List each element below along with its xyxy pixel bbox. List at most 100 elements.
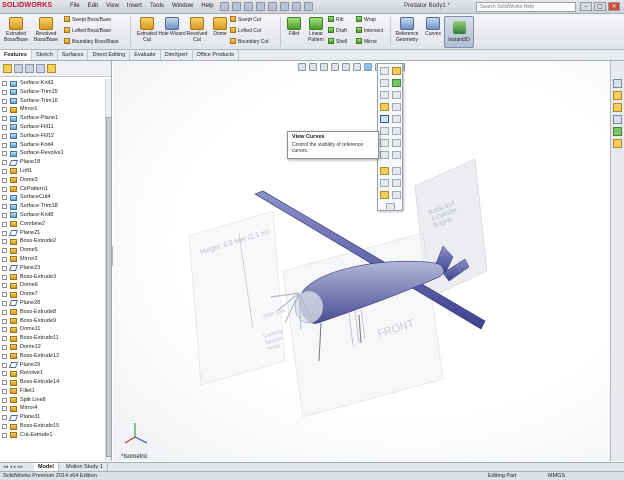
expand-toggle-icon[interactable] xyxy=(2,397,7,403)
dimxpert-manager-tab-icon[interactable] xyxy=(36,64,45,73)
expand-toggle-icon[interactable] xyxy=(2,168,7,174)
expand-toggle-icon[interactable] xyxy=(2,432,7,438)
boundary-boss-button[interactable]: Boundary Boss/Base xyxy=(64,38,119,46)
revolved-boss-button[interactable]: Revolved Boss/Base xyxy=(32,17,60,43)
menu-help[interactable]: Help xyxy=(201,3,213,9)
swept-cut-button[interactable]: Swept Cut xyxy=(230,16,261,24)
expand-toggle-icon[interactable] xyxy=(2,327,7,333)
rib-button[interactable]: Rib xyxy=(328,16,344,24)
previous-view-icon[interactable] xyxy=(320,63,328,71)
view-lights-icon[interactable] xyxy=(380,151,389,159)
expand-toggle-icon[interactable] xyxy=(2,186,7,192)
feature-tree-item[interactable]: Surface-Knit3 xyxy=(0,79,104,88)
expand-toggle-icon[interactable] xyxy=(2,406,7,412)
expand-toggle-icon[interactable] xyxy=(2,160,7,166)
shell-button[interactable]: Shell xyxy=(328,38,347,46)
expand-toggle-icon[interactable] xyxy=(2,300,7,306)
view-origins-icon[interactable] xyxy=(380,79,389,87)
expand-toggle-icon[interactable] xyxy=(2,81,7,86)
expand-toggle-icon[interactable] xyxy=(2,195,7,201)
close-icon[interactable]: × xyxy=(608,2,620,11)
feature-tree-item[interactable]: Surface-Plane1 xyxy=(0,114,104,123)
feature-tree-item[interactable]: Mirror4 xyxy=(0,404,104,413)
expand-toggle-icon[interactable] xyxy=(2,124,7,130)
expand-toggle-icon[interactable] xyxy=(2,177,7,183)
view-live-section-icon[interactable] xyxy=(392,191,401,199)
display-style-icon[interactable] xyxy=(353,63,361,71)
view-sketch-relations-icon[interactable] xyxy=(392,115,401,123)
feature-tree-item[interactable]: Surface-Trim16 xyxy=(0,97,104,106)
view-annotations-icon[interactable] xyxy=(380,127,389,135)
feature-tree-item[interactable]: Mirror3 xyxy=(0,255,104,264)
expand-toggle-icon[interactable] xyxy=(2,344,7,350)
minimize-icon[interactable]: – xyxy=(580,2,592,11)
expand-toggle-icon[interactable] xyxy=(2,371,7,377)
save-icon[interactable] xyxy=(244,2,253,11)
view-temporary-axes-icon[interactable] xyxy=(380,139,389,147)
solidworks-resources-icon[interactable] xyxy=(613,79,622,88)
feature-tree-item[interactable]: Boss-Extrude12 xyxy=(0,352,104,361)
feature-tree-tab-icon[interactable] xyxy=(3,64,12,73)
feature-tree-item[interactable]: SurfaceCut4 xyxy=(0,193,104,202)
wrap-button[interactable]: Wrap xyxy=(356,16,376,24)
feature-tree-item[interactable]: Surface-Revolve1 xyxy=(0,149,104,158)
feature-tree-item[interactable]: Dome6 xyxy=(0,281,104,290)
tab-surfaces[interactable]: Surfaces xyxy=(58,50,89,60)
view-weld-beads-icon[interactable] xyxy=(392,179,401,187)
view-orientation-icon[interactable] xyxy=(342,63,350,71)
expand-toggle-icon[interactable] xyxy=(2,265,7,271)
zoom-to-fit-icon[interactable] xyxy=(298,63,306,71)
expand-toggle-icon[interactable] xyxy=(2,283,7,289)
expand-toggle-icon[interactable] xyxy=(2,424,7,430)
menu-file[interactable]: File xyxy=(70,3,80,9)
feature-tree-item[interactable]: Boss-Extrude14 xyxy=(0,378,104,387)
design-library-icon[interactable] xyxy=(613,91,622,100)
tab-dimxpert[interactable]: DimXpert xyxy=(161,50,193,60)
expand-toggle-icon[interactable] xyxy=(2,212,7,218)
swept-boss-button[interactable]: Swept Boss/Base xyxy=(64,16,111,24)
view-cameras-icon[interactable] xyxy=(392,151,401,159)
property-manager-tab-icon[interactable] xyxy=(14,64,23,73)
feature-tree-item[interactable]: Dome3 xyxy=(0,176,104,185)
tab-office-products[interactable]: Office Products xyxy=(193,50,240,60)
feature-tree-item[interactable]: Surface-Knit4 xyxy=(0,141,104,150)
tab-direct-editing[interactable]: Direct Editing xyxy=(88,50,131,60)
view-routing-points-icon[interactable] xyxy=(392,139,401,147)
select-icon[interactable] xyxy=(280,2,289,11)
view-curves-icon[interactable] xyxy=(380,115,389,123)
expand-toggle-icon[interactable] xyxy=(2,336,7,342)
tab-evaluate[interactable]: Evaluate xyxy=(130,50,161,60)
hide-show-items-icon[interactable] xyxy=(364,63,372,71)
expand-toggle-icon[interactable] xyxy=(2,230,7,236)
view-planes-icon[interactable] xyxy=(392,67,401,75)
expand-toggle-icon[interactable] xyxy=(2,133,7,139)
feature-tree-item[interactable]: Surface-Trim18 xyxy=(0,202,104,211)
new-document-icon[interactable] xyxy=(220,2,229,11)
feature-tree-item[interactable]: Plane31 xyxy=(0,413,104,422)
scrollbar-thumb[interactable] xyxy=(106,117,112,457)
expand-toggle-icon[interactable] xyxy=(2,89,7,95)
expand-toggle-icon[interactable] xyxy=(2,362,7,368)
status-units[interactable]: MMGS xyxy=(548,472,565,480)
appearances-scenes-icon[interactable] xyxy=(613,127,622,136)
feature-tree-item[interactable]: Split Line8 xyxy=(0,396,104,405)
curves-button[interactable]: Curves xyxy=(419,17,447,37)
view-palette-icon[interactable] xyxy=(613,115,622,124)
expand-toggle-icon[interactable] xyxy=(2,248,7,254)
expand-toggle-icon[interactable] xyxy=(2,274,7,280)
feature-tree-item[interactable]: Dome12 xyxy=(0,343,104,352)
view-3d-sketch-planes-icon[interactable] xyxy=(380,103,389,111)
view-sketches-icon[interactable] xyxy=(392,91,401,99)
expand-toggle-icon[interactable] xyxy=(2,98,7,104)
feature-tree-item[interactable]: Boss-Extrude9 xyxy=(0,317,104,326)
draft-button[interactable]: Draft xyxy=(328,27,347,35)
expand-toggle-icon[interactable] xyxy=(2,116,7,122)
boundary-cut-button[interactable]: Boundary Cut xyxy=(230,38,269,46)
restore-icon[interactable]: □ xyxy=(594,2,606,11)
feature-tree-item[interactable]: Surface-Knit8 xyxy=(0,211,104,220)
expand-toggle-icon[interactable] xyxy=(2,318,7,324)
rebuild-icon[interactable] xyxy=(292,2,301,11)
undo-icon[interactable] xyxy=(268,2,277,11)
hole-wizard-button[interactable]: Hole Wizard xyxy=(158,17,186,37)
tab-scroll-arrows-icon[interactable]: ◂◂ ◂ ▸ ▸▸ xyxy=(3,464,23,470)
